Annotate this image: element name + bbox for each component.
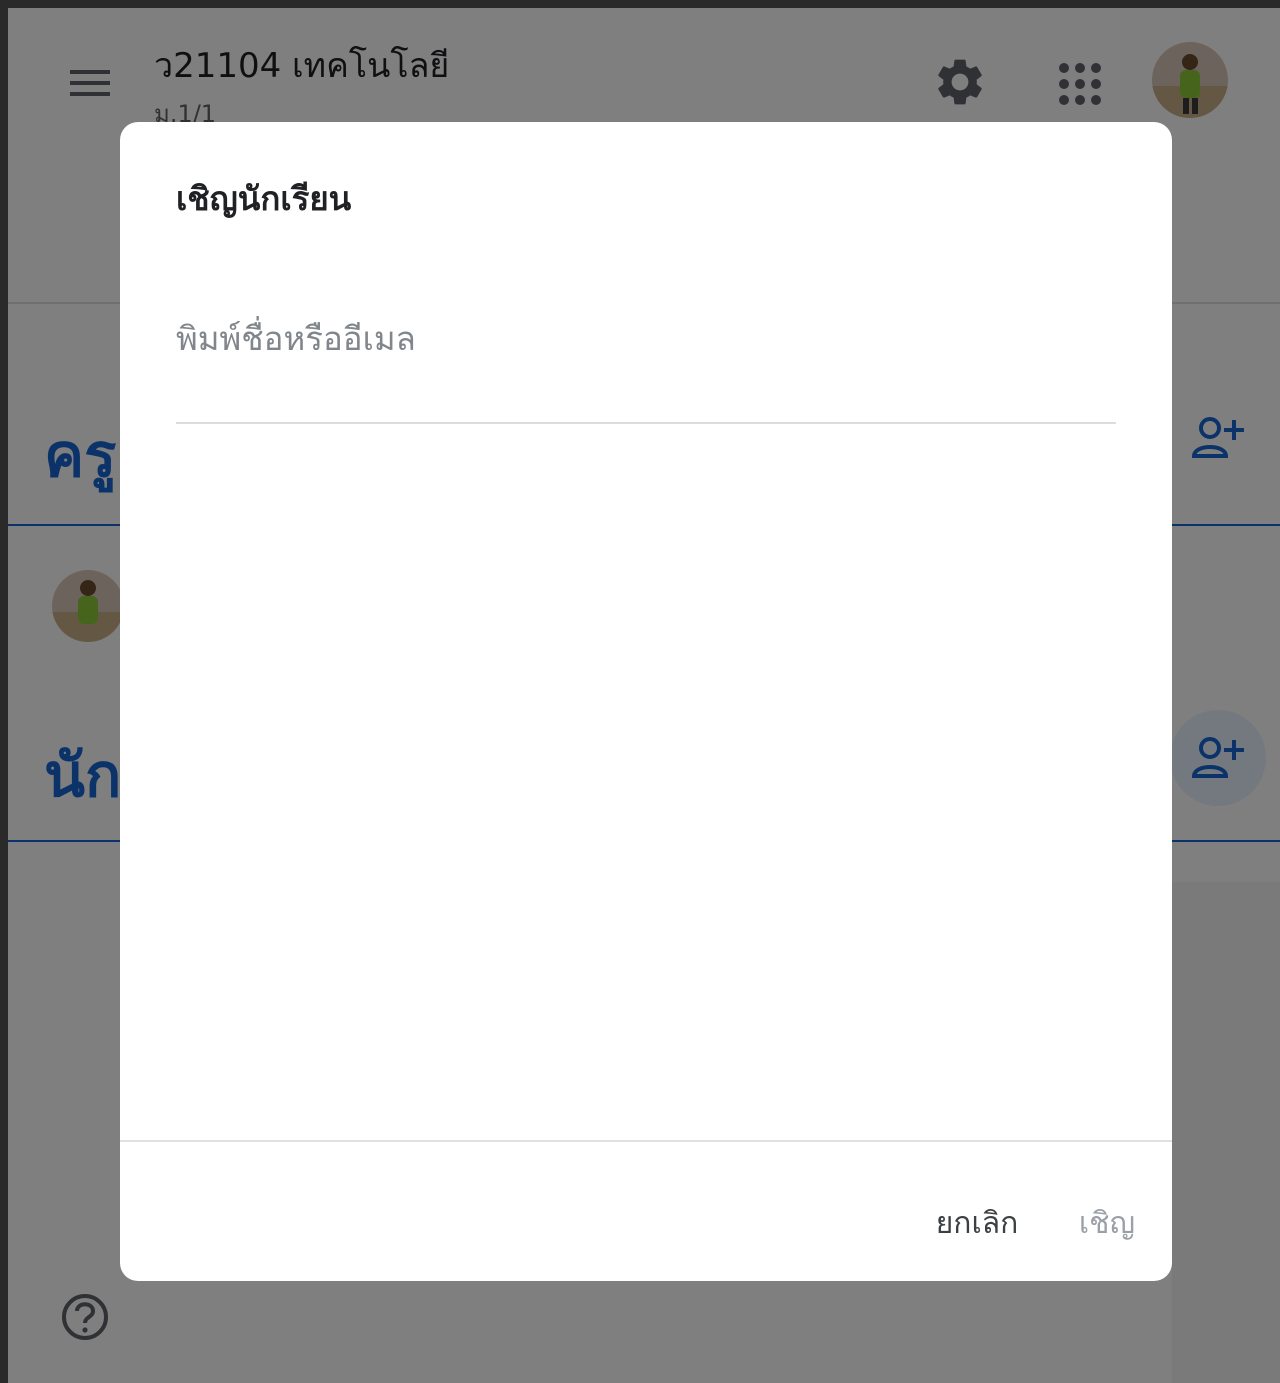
dialog-title: เชิญนักเรียน xyxy=(176,179,352,218)
invite-students-dialog: เชิญนักเรียน ยกเลิก เชิญ xyxy=(120,122,1172,1281)
invite-search-input[interactable] xyxy=(176,308,1116,368)
invite-button[interactable]: เชิญ xyxy=(1062,1198,1152,1250)
dialog-footer-divider xyxy=(120,1140,1172,1142)
invite-input-container xyxy=(176,308,1116,424)
classroom-people-page: ว21104 เทคโนโลยี ม.1/1 ครู xyxy=(8,8,1280,1383)
cancel-button[interactable]: ยกเลิก xyxy=(912,1198,1042,1250)
